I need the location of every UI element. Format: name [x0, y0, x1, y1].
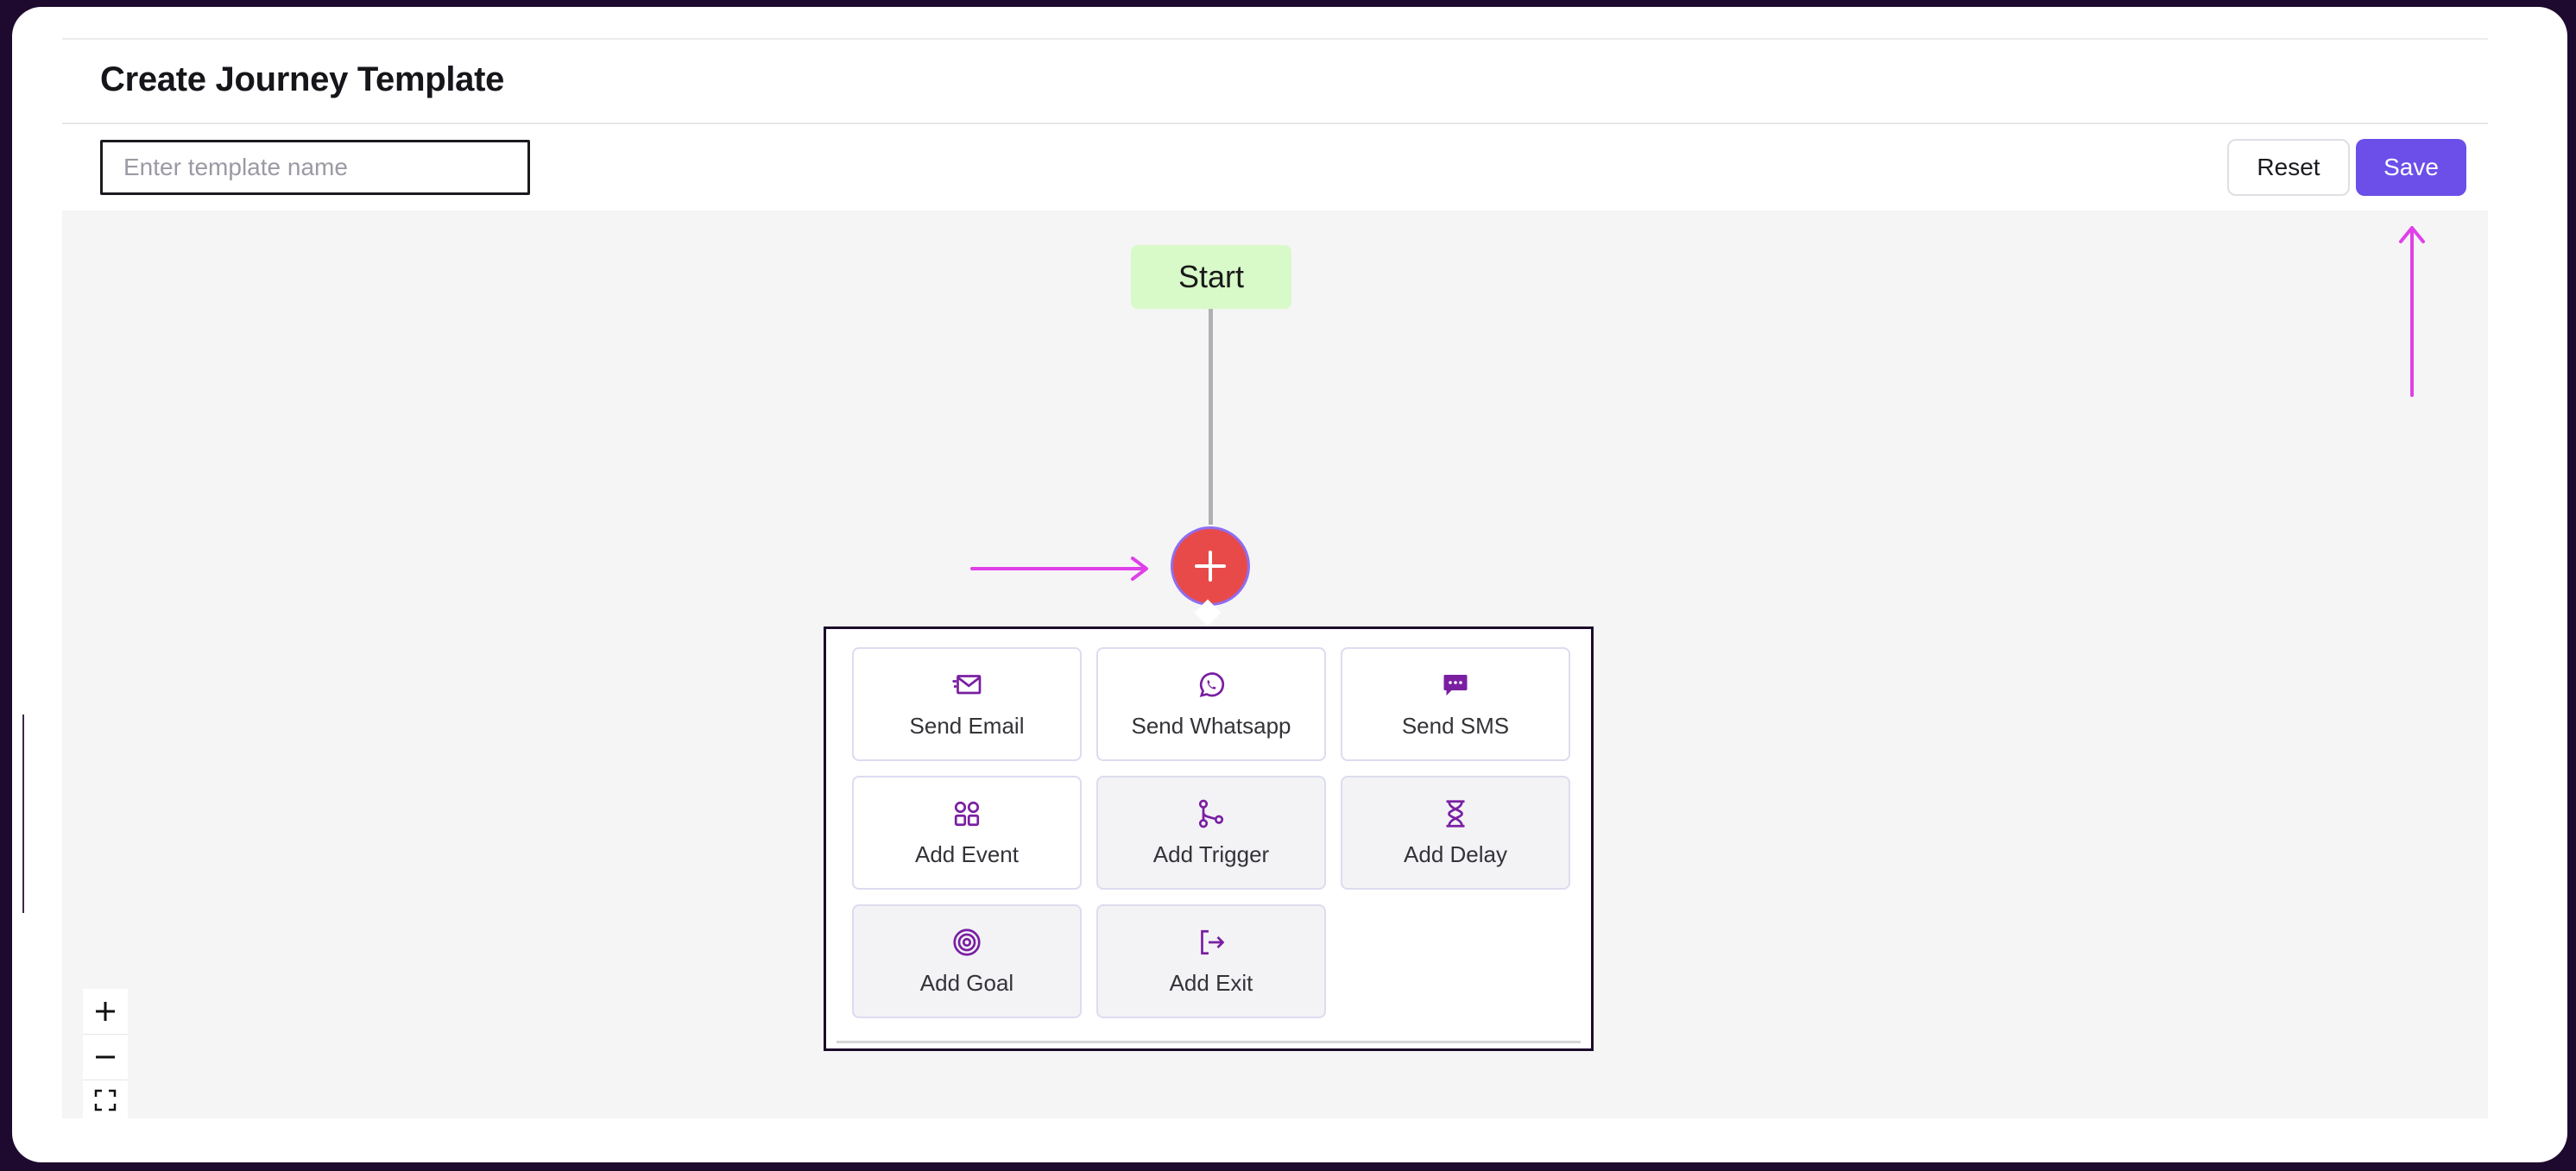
- whatsapp-icon: [1199, 671, 1225, 697]
- start-node[interactable]: Start: [1131, 245, 1291, 309]
- option-label: Add Goal: [919, 969, 1014, 996]
- hourglass-icon: [1446, 799, 1465, 828]
- add-exit-option[interactable]: Add Exit: [1096, 904, 1326, 1018]
- journey-canvas[interactable]: Start Send Email Send Whatsapp Send SMS …: [62, 211, 2488, 1118]
- add-trigger-option[interactable]: Add Trigger: [1096, 776, 1326, 890]
- option-label: Add Delay: [1404, 840, 1507, 867]
- app-window: Create Journey Template Reset Save Start…: [12, 7, 2567, 1162]
- event-icon: [954, 801, 980, 826]
- add-delay-option[interactable]: Add Delay: [1341, 776, 1570, 890]
- zoom-in-button[interactable]: [83, 989, 128, 1035]
- add-step-button[interactable]: [1171, 526, 1250, 606]
- target-icon: [953, 928, 981, 956]
- trigger-icon: [1198, 799, 1224, 828]
- send-email-option[interactable]: Send Email: [852, 647, 1082, 761]
- option-label: Send Whatsapp: [1131, 712, 1291, 739]
- fit-view-icon: [94, 1089, 117, 1111]
- add-event-option[interactable]: Add Event: [852, 776, 1082, 890]
- sms-icon: [1443, 674, 1468, 696]
- popover-scroll-edge: [837, 1041, 1581, 1043]
- page-title: Create Journey Template: [100, 60, 505, 98]
- option-label: Add Trigger: [1152, 840, 1270, 867]
- plus-icon: [1195, 551, 1226, 582]
- add-goal-option[interactable]: Add Goal: [852, 904, 1082, 1018]
- send-sms-option[interactable]: Send SMS: [1341, 647, 1570, 761]
- flow-edge: [1209, 309, 1213, 525]
- zoom-out-button[interactable]: [83, 1035, 128, 1080]
- fit-view-button[interactable]: [83, 1080, 128, 1118]
- header-divider: [62, 123, 2488, 124]
- exit-icon: [1201, 929, 1225, 954]
- reset-button[interactable]: Reset: [2227, 139, 2350, 196]
- option-label: Add Event: [915, 840, 1019, 867]
- option-label: Add Exit: [1169, 969, 1253, 996]
- action-menu: Send Email Send Whatsapp Send SMS Add Ev…: [824, 626, 1594, 1051]
- frame-edge: [22, 715, 24, 913]
- template-name-input[interactable]: [100, 140, 530, 195]
- top-divider: [62, 38, 2488, 40]
- zoom-in-icon: [96, 1002, 115, 1021]
- zoom-out-icon: [96, 1055, 115, 1059]
- option-label: Send Email: [909, 712, 1025, 739]
- option-label: Send SMS: [1401, 712, 1510, 739]
- email-icon: [952, 674, 982, 694]
- send-whatsapp-option[interactable]: Send Whatsapp: [1096, 647, 1326, 761]
- save-button[interactable]: Save: [2356, 139, 2466, 196]
